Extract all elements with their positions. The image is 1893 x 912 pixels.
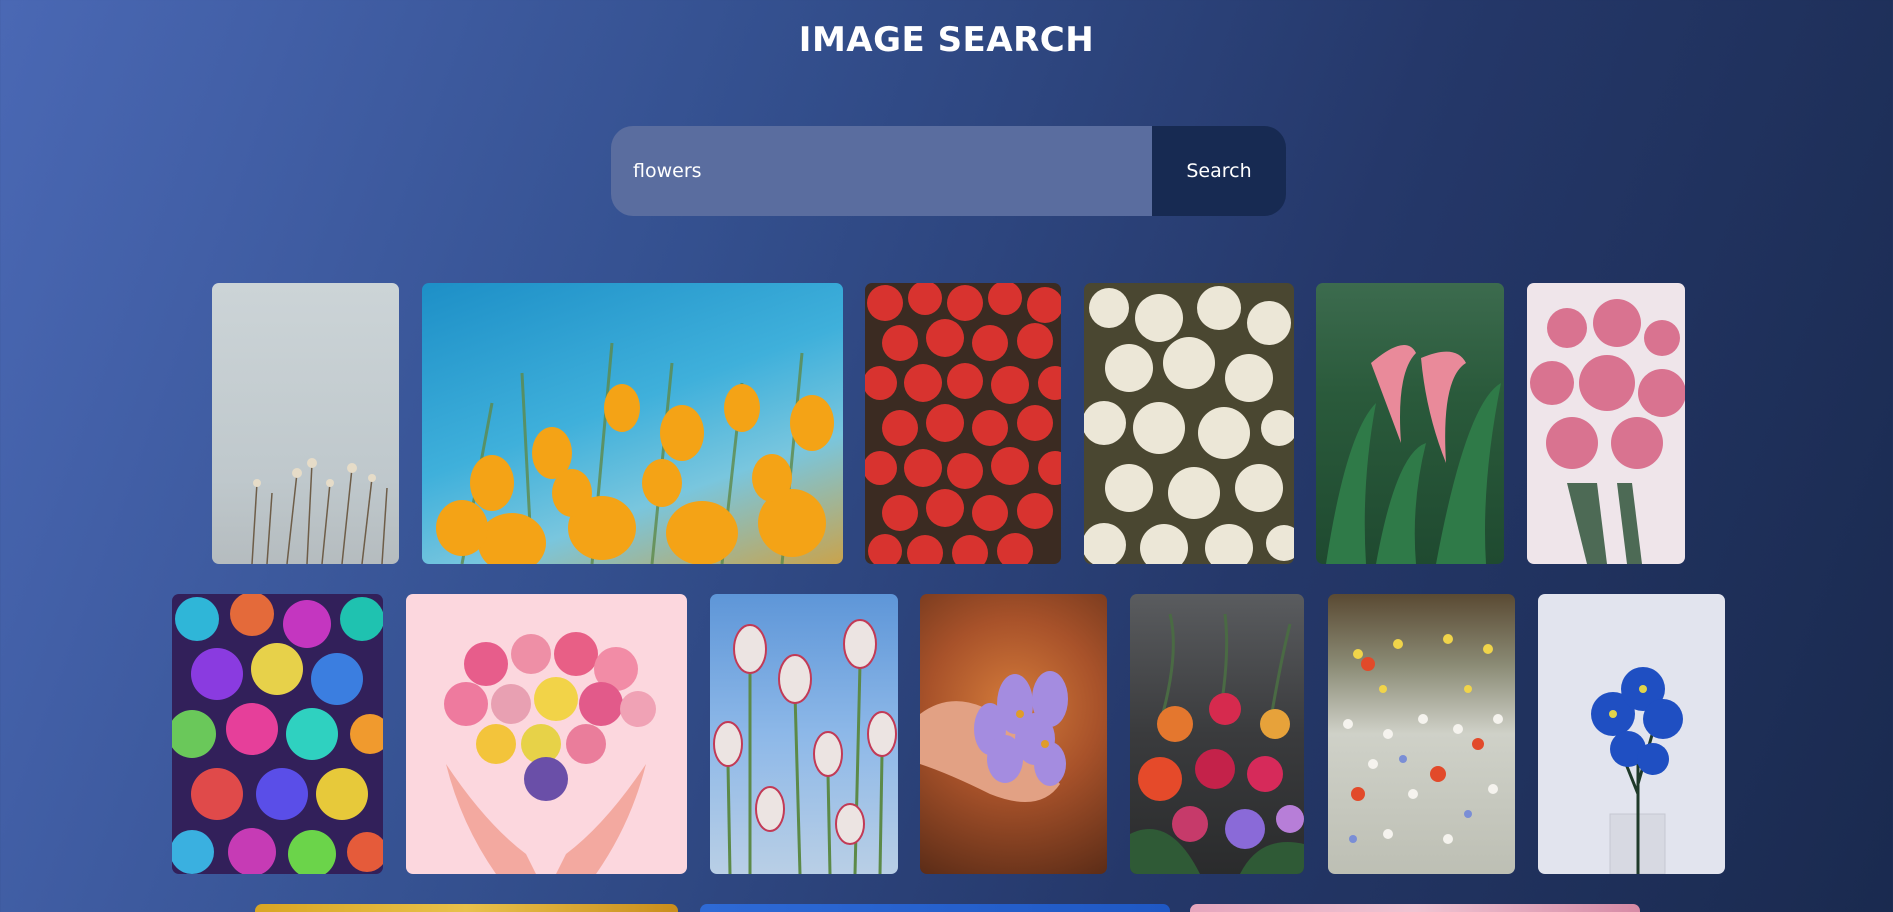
white-red-tulips-image[interactable] [710,594,898,874]
blue-daisies-vase-image[interactable] [1538,594,1725,874]
pink-peonies-image[interactable] [1527,283,1685,564]
orange-poppies-image[interactable] [422,283,843,564]
white-chrysanthemums-image[interactable] [1084,283,1294,564]
search-input[interactable] [611,126,1152,216]
flower-heart-hands-image[interactable] [406,594,687,874]
dark-bouquet-image[interactable] [1130,594,1304,874]
bottom-yellow-image[interactable] [255,904,678,912]
bottom-pink-image[interactable] [1190,904,1640,912]
search-bar: Search [611,126,1286,216]
bottom-blue-image[interactable] [700,904,1170,912]
purple-crocus-hands-image[interactable] [920,594,1107,874]
red-begonias-image[interactable] [865,283,1061,564]
wildflower-meadow-image[interactable] [1328,594,1515,874]
search-button[interactable]: Search [1152,126,1286,216]
pink-calla-lilies-image[interactable] [1316,283,1504,564]
page-title: IMAGE SEARCH [798,20,1095,60]
dried-wildflowers-image[interactable] [212,283,399,564]
rainbow-roses-image[interactable] [172,594,383,874]
